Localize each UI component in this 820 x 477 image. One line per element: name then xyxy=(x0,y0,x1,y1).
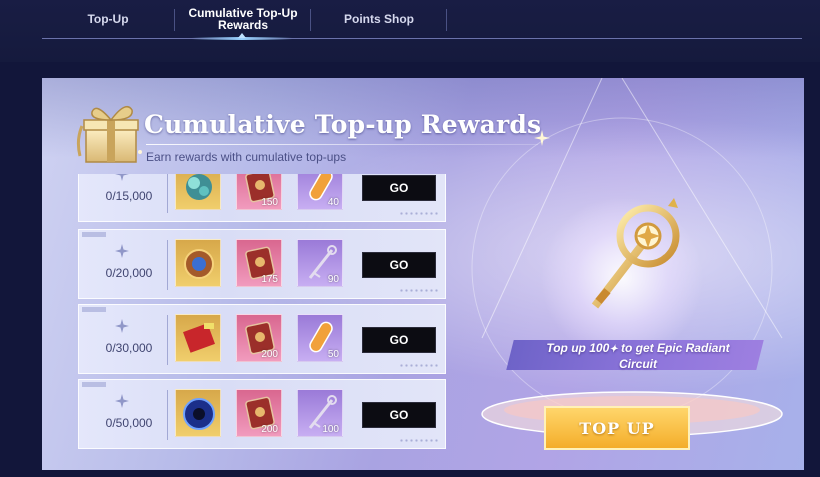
reward-item[interactable]: 50 xyxy=(297,314,343,362)
top-navigation: Top-Up Cumulative Top-Up Rewards Points … xyxy=(0,0,820,62)
reward-row: 0/50,000 200 100 GO xyxy=(78,379,446,449)
reward-item[interactable]: 100 xyxy=(297,389,343,437)
item-count: 200 xyxy=(261,424,278,435)
promo-line2: Circuit xyxy=(618,357,657,371)
row-decoration xyxy=(399,438,439,444)
page-subtitle: Earn rewards with cumulative top-ups xyxy=(146,150,347,164)
reward-item[interactable]: 90 xyxy=(297,239,343,287)
tab-label-line2: Rewards xyxy=(217,18,268,32)
reward-progress: 0/30,000 xyxy=(105,341,153,355)
reward-item[interactable]: 150 xyxy=(236,174,282,210)
reward-item[interactable]: 200 xyxy=(236,314,282,362)
go-button[interactable]: GO xyxy=(362,175,436,201)
active-tab-caret-icon xyxy=(238,33,246,38)
tab-divider xyxy=(174,9,175,31)
go-button[interactable]: GO xyxy=(362,327,436,353)
row-divider xyxy=(167,315,168,365)
row-tag xyxy=(82,307,106,312)
row-divider xyxy=(167,174,168,213)
reward-item[interactable] xyxy=(175,174,221,210)
reward-item[interactable] xyxy=(175,389,221,437)
reward-item[interactable]: 200 xyxy=(236,389,282,437)
featured-reward-showcase: Top up 100✦ to get Epic Radiant Circuit … xyxy=(462,78,804,470)
reward-item[interactable] xyxy=(175,314,221,362)
row-tag xyxy=(82,232,106,237)
diamond-currency-icon: ✦ xyxy=(609,344,618,355)
item-count: 150 xyxy=(261,197,278,208)
reward-item[interactable]: 40 xyxy=(297,174,343,210)
go-button[interactable]: GO xyxy=(362,402,436,428)
item-count: 175 xyxy=(261,274,278,285)
reward-row: 0/30,000 200 50 GO xyxy=(78,304,446,374)
gift-box-icon xyxy=(76,105,142,163)
row-divider xyxy=(167,390,168,440)
item-count: 90 xyxy=(327,274,339,285)
top-up-button[interactable]: TOP UP xyxy=(544,406,690,450)
row-tag xyxy=(82,382,106,387)
reward-progress: 0/20,000 xyxy=(105,266,153,280)
tab-divider xyxy=(446,9,447,31)
row-decoration xyxy=(399,211,439,217)
tab-divider xyxy=(310,9,311,31)
go-button[interactable]: GO xyxy=(362,252,436,278)
reward-item[interactable] xyxy=(175,239,221,287)
promo-text: Top up 100✦ to get Epic Radiant Circuit xyxy=(518,341,758,372)
tab-top-up[interactable]: Top-Up xyxy=(56,0,160,38)
gold-orb-frame-icon xyxy=(184,249,214,279)
promo-line1-suffix: to get Epic Radiant xyxy=(617,341,730,355)
row-decoration xyxy=(399,288,439,294)
rewards-panel: Cumulative Top-up Rewards Earn rewards w… xyxy=(42,78,804,470)
blue-emblem-icon xyxy=(183,398,215,430)
item-count: 100 xyxy=(322,424,339,435)
reward-list[interactable]: 0/15,000 150 40 GO 0/20,000 175 90 GO 0/… xyxy=(78,174,448,470)
reward-row: 0/15,000 150 40 GO xyxy=(78,174,446,222)
reward-item[interactable]: 175 xyxy=(236,239,282,287)
star-icon xyxy=(115,319,129,333)
promo-line1: Top up 100 xyxy=(546,341,610,355)
reward-row: 0/20,000 175 90 GO xyxy=(78,229,446,299)
tab-bar: Top-Up Cumulative Top-Up Rewards Points … xyxy=(42,0,802,40)
row-decoration xyxy=(399,363,439,369)
tab-label: Top-Up xyxy=(87,12,129,26)
tab-underline xyxy=(42,38,802,39)
teal-crystal-cluster-icon xyxy=(186,174,212,200)
reward-progress: 0/50,000 xyxy=(105,416,153,430)
item-count: 200 xyxy=(261,349,278,360)
row-divider xyxy=(167,240,168,290)
item-count: 40 xyxy=(327,197,339,208)
reward-progress: 0/15,000 xyxy=(105,189,153,203)
item-count: 50 xyxy=(327,349,339,360)
tab-label: Points Shop xyxy=(344,12,414,26)
star-icon xyxy=(115,244,129,258)
tab-points-shop[interactable]: Points Shop xyxy=(312,0,446,38)
star-icon xyxy=(115,174,129,181)
red-ticket-icon xyxy=(183,323,215,353)
star-icon xyxy=(115,394,129,408)
golden-radiant-key-icon xyxy=(591,198,680,309)
